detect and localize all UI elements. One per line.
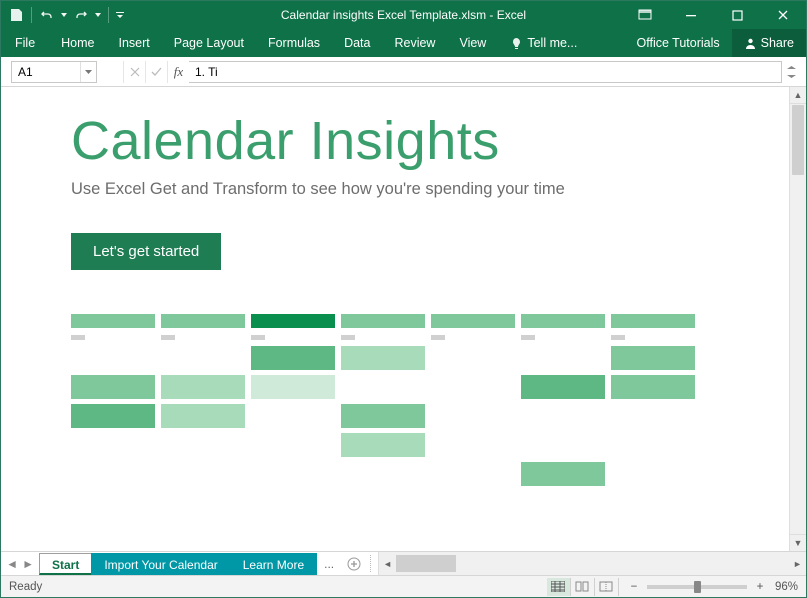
sheet-tab-learn-more[interactable]: Learn More xyxy=(230,553,317,575)
tab-formulas[interactable]: Formulas xyxy=(256,29,332,57)
new-sheet-button[interactable] xyxy=(342,552,366,575)
name-box-dropdown-icon[interactable] xyxy=(80,62,96,82)
expand-formula-bar-icon[interactable] xyxy=(782,66,800,78)
tab-insert[interactable]: Insert xyxy=(107,29,162,57)
sheet-tab-strip: ◄ ► Start Import Your Calendar Learn Mor… xyxy=(1,551,806,575)
status-bar: Ready − + 96% xyxy=(1,575,806,597)
name-box[interactable] xyxy=(12,62,80,82)
scroll-up-icon[interactable]: ▲ xyxy=(790,87,806,104)
tab-page-layout[interactable]: Page Layout xyxy=(162,29,256,57)
worksheet-canvas[interactable]: Calendar Insights Use Excel Get and Tran… xyxy=(1,87,789,551)
insert-function-icon[interactable]: fx xyxy=(167,61,189,83)
horizontal-scrollbar[interactable]: ◄ ► xyxy=(378,552,806,575)
tell-me[interactable]: Tell me... xyxy=(498,29,589,57)
ribbon-tabs: File Home Insert Page Layout Formulas Da… xyxy=(1,29,806,57)
vscroll-thumb[interactable] xyxy=(792,105,804,175)
ribbon-display-options-icon[interactable] xyxy=(622,1,668,29)
zoom-level[interactable]: 96% xyxy=(775,581,798,593)
name-box-wrapper xyxy=(11,61,97,83)
scroll-left-icon[interactable]: ◄ xyxy=(379,552,396,575)
zoom-track[interactable] xyxy=(647,585,747,589)
zoom-slider[interactable]: − + xyxy=(627,581,767,593)
sheet-tab-nav: ◄ ► xyxy=(1,552,39,575)
share-label: Share xyxy=(761,36,794,50)
tab-review[interactable]: Review xyxy=(382,29,447,57)
titlebar: Calendar insights Excel Template.xlsm - … xyxy=(1,1,806,29)
zoom-thumb[interactable] xyxy=(694,581,701,593)
lets-get-started-button[interactable]: Let's get started xyxy=(71,233,221,270)
enter-icon[interactable] xyxy=(145,61,167,83)
tell-me-label: Tell me... xyxy=(527,36,577,50)
minimize-button[interactable] xyxy=(668,1,714,29)
tab-home[interactable]: Home xyxy=(49,29,106,57)
tab-nav-prev-icon[interactable]: ◄ xyxy=(7,557,17,571)
sheet-tabs: Start Import Your Calendar Learn More xyxy=(39,552,316,575)
cancel-icon[interactable] xyxy=(123,61,145,83)
view-buttons xyxy=(547,578,619,596)
calendar-graphic xyxy=(71,314,743,486)
save-icon[interactable] xyxy=(7,6,25,24)
formula-input[interactable] xyxy=(189,61,782,83)
undo-icon[interactable] xyxy=(38,6,56,24)
close-button[interactable] xyxy=(760,1,806,29)
sheet-tab-import[interactable]: Import Your Calendar xyxy=(91,553,230,575)
worksheet-area: Calendar Insights Use Excel Get and Tran… xyxy=(1,87,806,551)
sheet-tab-start[interactable]: Start xyxy=(39,553,92,575)
maximize-button[interactable] xyxy=(714,1,760,29)
share-button[interactable]: Share xyxy=(732,29,806,57)
scroll-down-icon[interactable]: ▼ xyxy=(790,534,806,551)
page-subtitle: Use Excel Get and Transform to see how y… xyxy=(71,180,743,199)
excel-window: Calendar insights Excel Template.xlsm - … xyxy=(0,0,807,598)
tab-view[interactable]: View xyxy=(447,29,498,57)
scroll-right-icon[interactable]: ► xyxy=(789,552,806,575)
zoom-in-icon[interactable]: + xyxy=(753,581,767,593)
page-title: Calendar Insights xyxy=(71,113,743,170)
tab-file[interactable]: File xyxy=(1,29,49,57)
undo-dropdown-icon[interactable] xyxy=(60,6,68,24)
tab-data[interactable]: Data xyxy=(332,29,382,57)
status-ready: Ready xyxy=(9,581,42,593)
normal-view-icon[interactable] xyxy=(547,578,571,596)
quick-access-toolbar xyxy=(1,6,125,24)
window-buttons xyxy=(622,1,806,29)
redo-icon[interactable] xyxy=(72,6,90,24)
redo-dropdown-icon[interactable] xyxy=(94,6,102,24)
tab-nav-next-icon[interactable]: ► xyxy=(23,557,33,571)
formula-bar: fx xyxy=(1,57,806,87)
hscroll-thumb[interactable] xyxy=(396,555,456,572)
hscroll-track[interactable] xyxy=(396,552,789,575)
zoom-out-icon[interactable]: − xyxy=(627,581,641,593)
page-layout-view-icon[interactable] xyxy=(571,578,595,596)
vertical-scrollbar[interactable]: ▲ ▼ xyxy=(789,87,806,551)
qat-customize-icon[interactable] xyxy=(115,6,125,24)
office-tutorials-link[interactable]: Office Tutorials xyxy=(625,29,732,57)
sheet-tab-overflow[interactable]: ... xyxy=(316,552,342,575)
page-break-view-icon[interactable] xyxy=(595,578,619,596)
